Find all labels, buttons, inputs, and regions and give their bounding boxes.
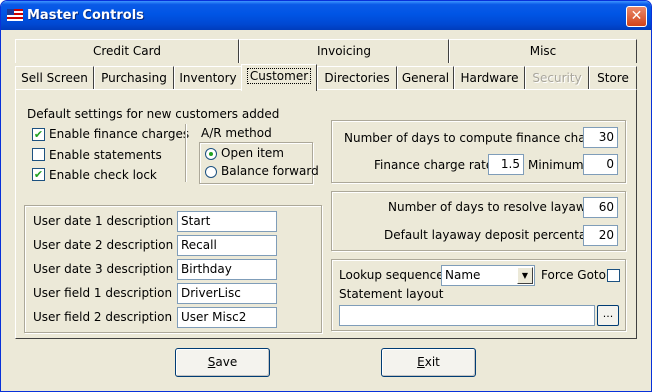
lookup-sequence-value: Name: [445, 268, 481, 282]
enable-check-lock-checkbox[interactable]: ✔: [32, 168, 45, 181]
divider: [185, 124, 187, 182]
balance-forward-radio[interactable]: [205, 166, 217, 178]
finance-days-label: Number of days to compute finance charge: [344, 131, 606, 145]
exit-label: xit: [424, 355, 440, 369]
tab-label: General: [401, 71, 450, 85]
user-field-2-label: User field 2 description: [33, 310, 173, 324]
layaway-group: Number of days to resolve layaway 60 Def…: [331, 191, 626, 251]
user-field-1-input[interactable]: DriverLisc: [177, 283, 277, 304]
tab-row-bottom: Sell Screen Purchasing Inventory Custome…: [15, 64, 637, 91]
exit-mnemonic: E: [417, 355, 425, 369]
tab-directories[interactable]: Directories: [317, 66, 397, 90]
tab-label: Store: [597, 71, 629, 85]
force-goto-label: Force Goto: [541, 268, 606, 282]
enable-finance-checkbox[interactable]: ✔: [32, 128, 45, 141]
user-date-1-label: User date 1 description: [33, 214, 174, 228]
user-field-1-label: User field 1 description: [33, 286, 173, 300]
close-icon[interactable]: ✕: [626, 6, 647, 27]
finance-rate-input[interactable]: 1.5: [488, 154, 524, 175]
force-goto-checkbox[interactable]: [607, 269, 620, 282]
tab-inventory[interactable]: Inventory: [174, 66, 242, 90]
layaway-deposit-label: Default layaway deposit percentage: [384, 228, 602, 242]
enable-check-lock-label: Enable check lock: [49, 168, 157, 182]
enable-finance-label: Enable finance charges: [49, 127, 190, 141]
finance-days-input[interactable]: 30: [583, 127, 618, 148]
open-item-label: Open item: [221, 146, 284, 160]
layaway-days-label: Number of days to resolve layaway: [388, 200, 601, 214]
lookup-group: Lookup sequence Name ▼ Force Goto Statem…: [331, 259, 626, 331]
tab-label: Hardware: [460, 71, 519, 85]
user-date-2-input[interactable]: Recall: [177, 235, 277, 256]
tab-purchasing[interactable]: Purchasing: [94, 66, 174, 90]
tab-sell-screen[interactable]: Sell Screen: [15, 66, 94, 90]
save-button[interactable]: Save: [175, 348, 270, 377]
tab-label: Security: [532, 71, 582, 85]
statement-layout-label: Statement layout: [339, 287, 444, 301]
layaway-deposit-input[interactable]: 20: [583, 225, 618, 246]
ar-method-group: Open item Balance forward: [199, 142, 319, 184]
tab-label: Customer: [246, 68, 312, 84]
tab-security: Security: [525, 66, 589, 90]
ar-method-label: A/R method: [201, 126, 272, 140]
statement-layout-input[interactable]: [339, 305, 595, 326]
tab-customer[interactable]: Customer: [241, 64, 317, 91]
chevron-down-icon[interactable]: ▼: [517, 267, 533, 284]
tab-credit-card[interactable]: Credit Card: [15, 39, 239, 63]
browse-button[interactable]: ...: [597, 305, 619, 326]
save-label: ave: [215, 355, 238, 369]
exit-button[interactable]: Exit: [381, 348, 476, 377]
enable-statements-label: Enable statements: [49, 148, 162, 162]
tab-general[interactable]: General: [397, 66, 454, 90]
minimum-input[interactable]: 0: [583, 154, 618, 175]
tab-invoicing[interactable]: Invoicing: [239, 39, 449, 63]
tab-label: Directories: [324, 71, 390, 85]
tab-store[interactable]: Store: [589, 66, 637, 90]
finance-group: Number of days to compute finance charge…: [331, 120, 626, 183]
enable-statements-checkbox[interactable]: [32, 148, 45, 161]
tab-label: Purchasing: [101, 71, 167, 85]
balance-forward-label: Balance forward: [221, 164, 319, 178]
user-fields-group: User date 1 description Start User date …: [24, 205, 322, 333]
customer-tab-panel: Default settings for new customers added…: [15, 89, 637, 339]
user-date-1-input[interactable]: Start: [177, 211, 277, 232]
tab-label: Inventory: [179, 71, 237, 85]
defaults-heading: Default settings for new customers added: [27, 107, 280, 121]
layaway-days-input[interactable]: 60: [583, 197, 618, 218]
user-date-3-input[interactable]: Birthday: [177, 259, 277, 280]
open-item-radio[interactable]: [205, 148, 217, 160]
tab-row-top: Credit Card Invoicing Misc: [15, 39, 637, 63]
user-field-2-input[interactable]: User Misc2: [177, 307, 277, 328]
user-date-3-label: User date 3 description: [33, 262, 174, 276]
lookup-sequence-label: Lookup sequence: [339, 268, 444, 282]
app-flag-icon: [7, 9, 23, 21]
window-title: Master Controls: [27, 8, 144, 23]
finance-rate-label: Finance charge rate: [374, 158, 494, 172]
user-date-2-label: User date 2 description: [33, 238, 174, 252]
master-controls-window: Master Controls ✕ Credit Card Invoicing …: [0, 0, 652, 392]
tab-hardware[interactable]: Hardware: [454, 66, 525, 90]
minimum-label: Minimum: [528, 158, 584, 172]
tab-misc[interactable]: Misc: [449, 39, 637, 63]
tab-label: Sell Screen: [21, 71, 88, 85]
title-bar: Master Controls ✕: [1, 1, 651, 30]
